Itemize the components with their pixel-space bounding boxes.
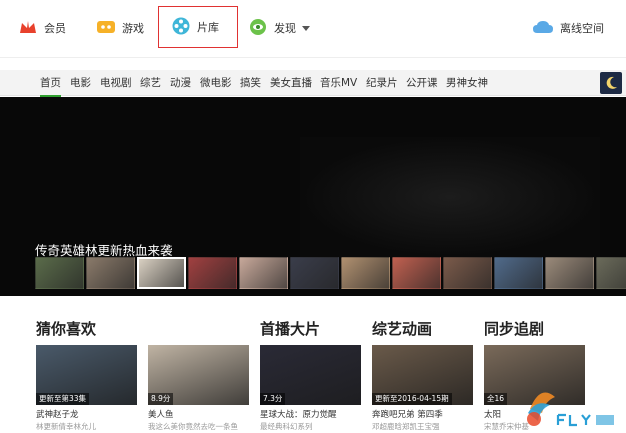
cloud-icon: [532, 19, 554, 38]
rating-badge: 7.3分: [260, 393, 286, 405]
banner-thumbnail[interactable]: [341, 257, 390, 289]
section-title-guess: 猜你喜欢: [36, 320, 97, 338]
video-title[interactable]: 奔跑吧兄弟 第四季: [372, 408, 473, 420]
banner-thumbnail[interactable]: [596, 257, 626, 289]
chevron-down-icon: [302, 25, 310, 31]
banner-thumbnail[interactable]: [392, 257, 441, 289]
nav-vip[interactable]: 会员: [18, 12, 66, 44]
nav-discover[interactable]: 发现: [248, 12, 310, 44]
banner-backdrop: [300, 137, 600, 257]
video-card[interactable]: 8.9分 美人鱼 我这么美你竟然去吃一条鱼: [148, 345, 249, 432]
eye-icon: [248, 18, 268, 39]
video-title[interactable]: 武神赵子龙: [36, 408, 137, 420]
tab-micro-film[interactable]: 微电影: [200, 70, 232, 96]
section-title-premiere: 首播大片: [260, 320, 321, 338]
nav-library-label: 片库: [197, 21, 219, 34]
video-poster[interactable]: 7.3分: [260, 345, 361, 405]
tab-home[interactable]: 首页: [40, 70, 61, 97]
nav-cloud-label: 离线空间: [560, 22, 604, 35]
film-reel-icon: [171, 16, 191, 39]
category-bar: 首页 电影 电视剧 综艺 动漫 微电影 搞笑 美女直播 音乐MV 纪录片 公开课…: [0, 70, 626, 97]
tab-anime[interactable]: 动漫: [170, 70, 191, 96]
nav-library[interactable]: 片库: [158, 6, 238, 48]
video-poster[interactable]: 更新至2016-04-15期: [372, 345, 473, 405]
banner-thumbnail[interactable]: [239, 257, 288, 289]
video-poster[interactable]: 更新至第33集: [36, 345, 137, 405]
tab-live[interactable]: 美女直播: [270, 70, 312, 96]
banner-thumbnail[interactable]: [290, 257, 339, 289]
video-subtitle: 我这么美你竟然去吃一条鱼: [148, 422, 238, 431]
episode-badge: 更新至第33集: [36, 393, 90, 405]
tab-idols[interactable]: 男神女神: [446, 70, 488, 96]
night-mode-icon[interactable]: [600, 72, 622, 94]
nav-game[interactable]: 游戏: [96, 12, 144, 44]
banner-thumbnails: [35, 257, 626, 289]
tab-music-mv[interactable]: 音乐MV: [320, 70, 357, 96]
video-card[interactable]: 更新至第33集 武神赵子龙 林更新倩幸林允儿: [36, 345, 137, 432]
section-title-drama: 同步追剧: [484, 320, 545, 338]
rating-badge: 8.9分: [148, 393, 174, 405]
video-poster[interactable]: 8.9分: [148, 345, 249, 405]
nav-discover-label: 发现: [274, 22, 296, 35]
tab-documentary[interactable]: 纪录片: [366, 70, 398, 96]
nav-cloud[interactable]: 离线空间: [532, 12, 604, 44]
banner-thumbnail[interactable]: [545, 257, 594, 289]
tab-variety[interactable]: 综艺: [140, 70, 161, 96]
episode-badge: 全16: [484, 393, 508, 405]
banner-thumbnail[interactable]: [443, 257, 492, 289]
video-card[interactable]: 更新至2016-04-15期 奔跑吧兄弟 第四季 邓超鹿晗郑凯王宝强: [372, 345, 473, 432]
game-icon: [96, 19, 116, 38]
banner-thumbnail[interactable]: [35, 257, 84, 289]
banner-thumbnail[interactable]: [86, 257, 135, 289]
video-subtitle: 林更新倩幸林允儿: [36, 422, 96, 431]
banner-thumbnail[interactable]: [188, 257, 237, 289]
video-card[interactable]: 7.3分 星球大战：原力觉醒 最经典科幻系列: [260, 345, 361, 432]
episode-badge: 更新至2016-04-15期: [372, 393, 452, 405]
tab-tv[interactable]: 电视剧: [100, 70, 132, 96]
hero-banner[interactable]: 传奇英雄林更新热血来袭: [0, 97, 626, 296]
nav-vip-label: 会员: [44, 22, 66, 35]
section-title-variety: 综艺动画: [372, 320, 433, 338]
tab-funny[interactable]: 搞笑: [240, 70, 261, 96]
tab-open-course[interactable]: 公开课: [406, 70, 438, 96]
crown-icon: [18, 19, 38, 38]
banner-thumbnail[interactable]: [137, 257, 186, 289]
tab-movie[interactable]: 电影: [70, 70, 91, 96]
video-subtitle: 邓超鹿晗郑凯王宝强: [372, 422, 440, 431]
video-subtitle: 最经典科幻系列: [260, 422, 313, 431]
video-title[interactable]: 美人鱼: [148, 408, 249, 420]
watermark-logo: [527, 392, 614, 427]
top-nav: 会员 游戏 片库 发现 离线空间: [0, 0, 626, 58]
video-title[interactable]: 星球大战：原力觉醒: [260, 408, 361, 420]
banner-thumbnail[interactable]: [494, 257, 543, 289]
nav-game-label: 游戏: [122, 22, 144, 35]
